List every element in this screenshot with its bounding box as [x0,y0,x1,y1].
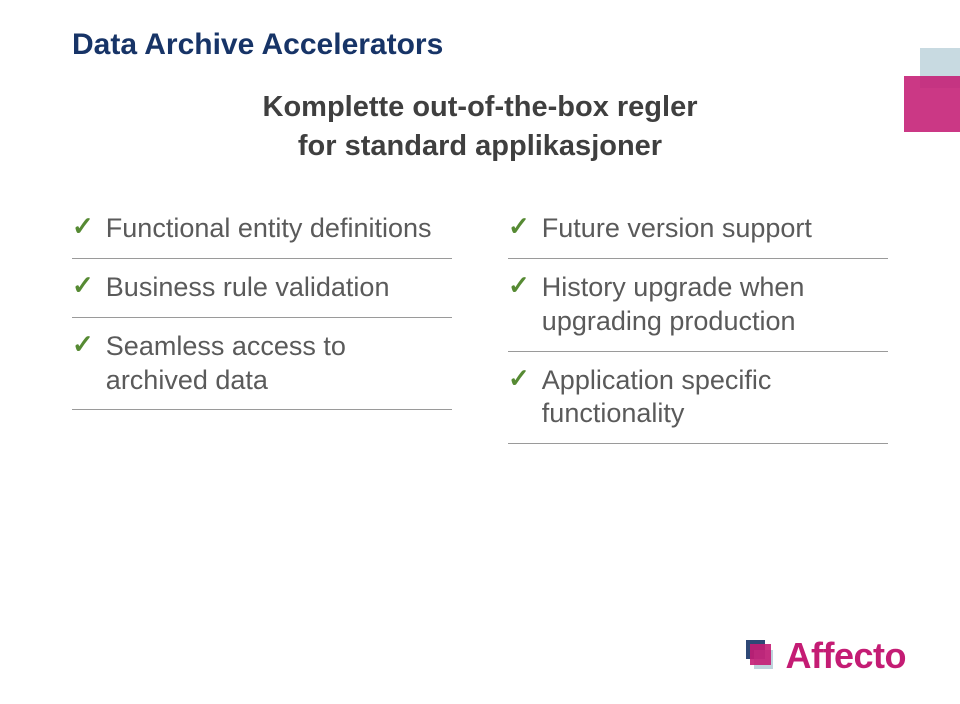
slide-subtitle: Komplette out-of-the-box regler for stan… [105,88,856,166]
check-icon: ✓ [508,271,530,301]
check-icon: ✓ [72,212,94,242]
brand-logo: Affecto [746,638,907,674]
list-item: ✓ Functional entity definitions [72,200,452,259]
check-icon: ✓ [508,212,530,242]
slide: Data Archive Accelerators Komplette out-… [0,0,960,704]
list-item: ✓ Application specific functionality [508,352,888,445]
item-text: History upgrade when upgrading productio… [542,271,888,339]
check-icon: ✓ [508,364,530,394]
check-icon: ✓ [72,271,94,301]
logo-text: Affecto [786,638,907,674]
list-item: ✓ History upgrade when upgrading product… [508,259,888,352]
subtitle-line-2: for standard applikasjoner [298,130,662,162]
item-text: Functional entity definitions [106,212,432,246]
subtitle-line-1: Komplette out-of-the-box regler [263,91,698,123]
item-text: Business rule validation [106,271,390,305]
item-text: Future version support [542,212,812,246]
slide-title: Data Archive Accelerators [72,28,888,62]
list-item: ✓ Business rule validation [72,259,452,318]
right-column: ✓ Future version support ✓ History upgra… [508,200,888,444]
check-icon: ✓ [72,330,94,360]
corner-decoration [900,22,960,142]
logo-square-magenta [750,644,771,665]
item-text: Seamless access to archived data [106,330,452,398]
content-columns: ✓ Functional entity definitions ✓ Busine… [72,200,888,444]
left-column: ✓ Functional entity definitions ✓ Busine… [72,200,452,444]
list-item: ✓ Future version support [508,200,888,259]
logo-mark-icon [746,640,780,674]
list-item: ✓ Seamless access to archived data [72,318,452,411]
item-text: Application specific functionality [542,364,888,432]
decoration-square-magenta [904,76,960,132]
